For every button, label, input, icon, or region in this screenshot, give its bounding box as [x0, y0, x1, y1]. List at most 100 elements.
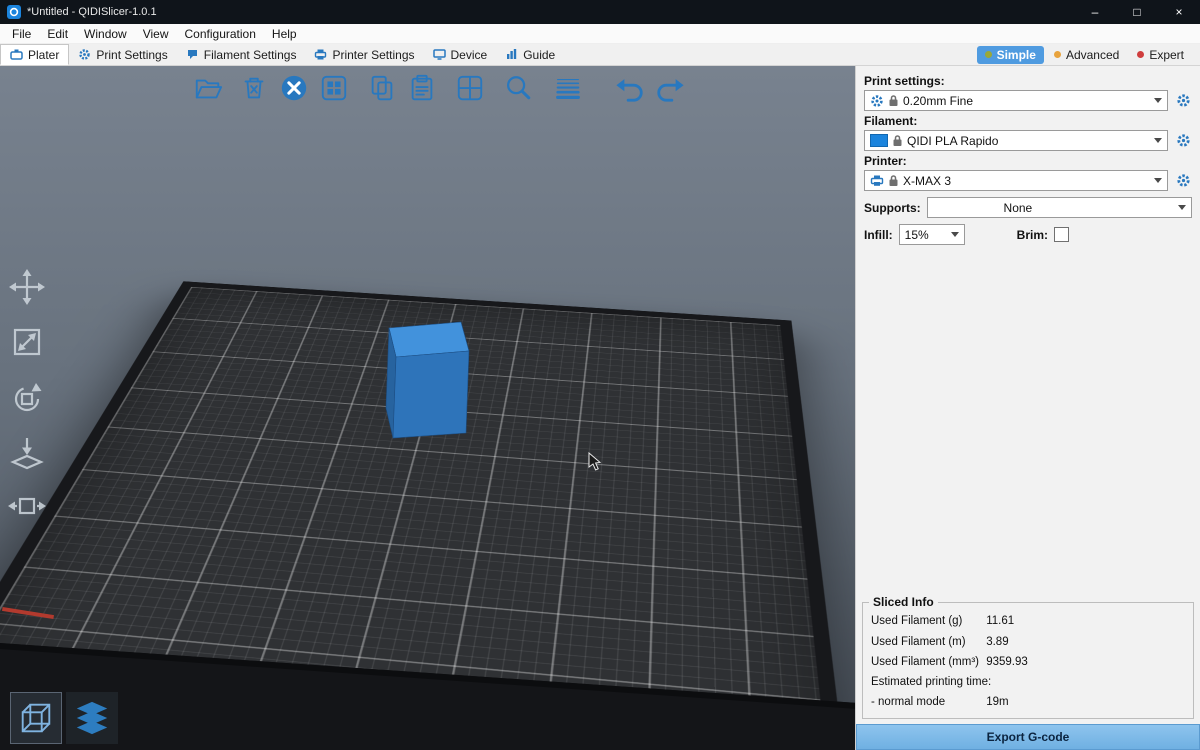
layers-icon [553, 73, 583, 103]
sliced-info-title: Sliced Info [869, 595, 938, 609]
window-title: *Untitled - QIDISlicer-1.0.1 [27, 6, 157, 18]
tab-label: Device [451, 48, 488, 62]
redo-icon [655, 73, 685, 103]
place-on-face-icon [7, 432, 47, 472]
filament-gear-button[interactable] [1174, 132, 1192, 150]
simple-mode-dot [985, 51, 992, 58]
sliced-info-row: Used Filament (m) 3.89 [871, 632, 1185, 652]
chevron-down-icon [951, 232, 959, 237]
sliced-info-row: Used Filament (g) 11.61 [871, 611, 1185, 631]
si-label: - normal mode [871, 692, 983, 712]
gear-icon [1176, 93, 1191, 108]
menu-help[interactable]: Help [264, 26, 305, 42]
sliced-info-row: Estimated printing time: [871, 672, 1185, 692]
tab-label: Guide [523, 48, 555, 62]
lock-icon [888, 94, 899, 107]
mode-expert[interactable]: Expert [1129, 46, 1192, 64]
tab-printer-settings[interactable]: Printer Settings [305, 44, 423, 65]
search-button[interactable] [500, 70, 536, 106]
split-objects-button[interactable] [452, 70, 488, 106]
3d-editor-icon [17, 699, 55, 737]
view-toggle-group [10, 692, 118, 744]
filament-color-swatch [870, 134, 888, 147]
move-tool-button[interactable] [6, 266, 48, 308]
lock-icon [892, 134, 903, 147]
delete-button[interactable] [236, 70, 272, 106]
brim-label: Brim: [1017, 228, 1048, 242]
menu-configuration[interactable]: Configuration [177, 26, 264, 42]
export-gcode-button[interactable]: Export G-code [856, 724, 1200, 750]
tab-label: Print Settings [96, 48, 167, 62]
print-settings-value: 0.20mm Fine [903, 94, 973, 108]
menu-view[interactable]: View [135, 26, 177, 42]
device-icon [433, 48, 446, 61]
expert-mode-dot [1137, 51, 1144, 58]
si-label: Estimated printing time: [871, 672, 991, 692]
supports-label: Supports: [864, 201, 921, 215]
move-icon [7, 267, 47, 307]
tab-guide[interactable]: Guide [496, 44, 564, 65]
si-label: Used Filament (m) [871, 632, 983, 652]
3d-viewport[interactable] [0, 66, 855, 750]
delete-all-button[interactable] [276, 70, 312, 106]
split-icon [455, 73, 485, 103]
undo-button[interactable] [612, 70, 648, 106]
search-icon [503, 73, 533, 103]
open-folder-icon [193, 73, 223, 103]
menu-file[interactable]: File [4, 26, 39, 42]
tab-print-settings[interactable]: Print Settings [69, 44, 176, 65]
lock-icon [888, 174, 899, 187]
tab-device[interactable]: Device [424, 44, 497, 65]
menu-edit[interactable]: Edit [39, 26, 76, 42]
filament-value: QIDI PLA Rapido [907, 134, 998, 148]
supports-combo[interactable]: None [927, 197, 1192, 218]
scale-tool-button[interactable] [6, 321, 48, 363]
tab-label: Filament Settings [204, 48, 297, 62]
preview-view-button[interactable] [66, 692, 118, 744]
tab-filament-settings[interactable]: Filament Settings [177, 44, 306, 65]
filament-icon [186, 48, 199, 61]
paste-button[interactable] [404, 70, 440, 106]
print-settings-gear-button[interactable] [1174, 92, 1192, 110]
editor-view-button[interactable] [10, 692, 62, 744]
undo-icon [615, 73, 645, 103]
maximize-button[interactable]: □ [1116, 0, 1158, 24]
copy-button[interactable] [364, 70, 400, 106]
titlebar: *Untitled - QIDISlicer-1.0.1 – □ × [0, 0, 1200, 24]
variable-layer-height-button[interactable] [550, 70, 586, 106]
infill-combo[interactable]: 15% [899, 224, 965, 245]
mode-switcher: Simple Advanced Expert [977, 44, 1200, 65]
model-cube[interactable] [0, 66, 855, 750]
print-settings-combo[interactable]: 0.20mm Fine [864, 90, 1168, 111]
filament-combo[interactable]: QIDI PLA Rapido [864, 130, 1168, 151]
printer-combo[interactable]: X-MAX 3 [864, 170, 1168, 191]
brim-checkbox[interactable] [1054, 227, 1069, 242]
sliced-info-panel: Sliced Info Used Filament (g) 11.61 Used… [862, 602, 1194, 719]
minimize-button[interactable]: – [1074, 0, 1116, 24]
filament-label: Filament: [864, 114, 1192, 128]
printer-icon [314, 48, 327, 61]
close-button[interactable]: × [1158, 0, 1200, 24]
menu-window[interactable]: Window [76, 26, 135, 42]
chevron-down-icon [1154, 98, 1162, 103]
measure-tool-button[interactable] [6, 486, 48, 528]
arrange-button[interactable] [316, 70, 352, 106]
mouse-cursor [588, 452, 602, 472]
redo-button[interactable] [652, 70, 688, 106]
rotate-tool-button[interactable] [6, 376, 48, 418]
advanced-mode-dot [1054, 51, 1061, 58]
mode-simple[interactable]: Simple [977, 46, 1044, 64]
gear-icon [78, 48, 91, 61]
tab-plater[interactable]: Plater [0, 44, 69, 65]
open-button[interactable] [190, 70, 226, 106]
place-on-face-tool-button[interactable] [6, 431, 48, 473]
mode-advanced[interactable]: Advanced [1046, 46, 1127, 64]
mode-label: Simple [997, 48, 1036, 62]
si-label: Used Filament (mm³) [871, 652, 983, 672]
viewport-toolbar [190, 70, 692, 106]
printer-gear-button[interactable] [1174, 172, 1192, 190]
tabbar: Plater Print Settings Filament Settings … [0, 44, 1200, 66]
supports-value: None [1004, 201, 1033, 215]
chevron-down-icon [1178, 205, 1186, 210]
trash-icon [239, 73, 269, 103]
